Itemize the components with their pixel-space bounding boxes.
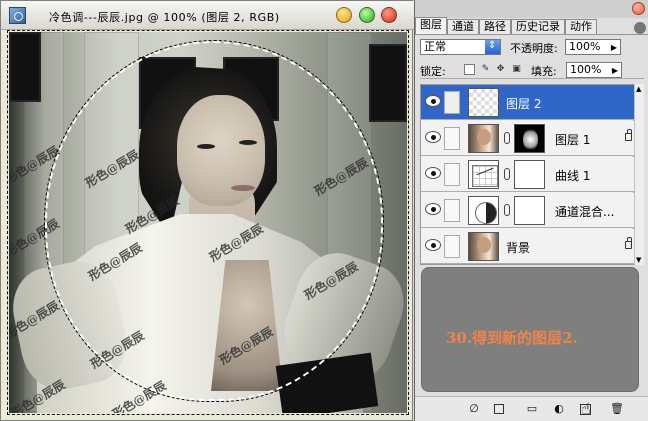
layer-row-channel-mixer[interactable]: 通道混合... [421, 193, 635, 228]
layer-row-background[interactable]: 背景 [421, 229, 635, 264]
photoshop-icon [9, 7, 26, 24]
layers-panel: 图层 通道 路径 历史记录 动作 正常 不透明度: 100% ▶ 锁定: ✎ ✥… [414, 0, 648, 421]
lock-transparency-icon[interactable] [464, 64, 475, 75]
layer-lock-icon [625, 237, 632, 249]
layer-style-icon[interactable]: ∅ [467, 402, 481, 416]
layer-link-slot[interactable] [444, 235, 460, 258]
lock-all-icon[interactable]: ▣ [511, 64, 522, 75]
adjustment-layer-icon[interactable]: ◐ [552, 402, 566, 416]
photoshop-screenshot: 冷色调---辰辰.jpg @ 100% (图层 2, RGB) 形色@辰辰 形色… [0, 0, 648, 421]
opacity-input[interactable]: 100% ▶ [565, 39, 621, 55]
layer-name: 背景 [506, 241, 531, 255]
layer-link-slot[interactable] [444, 163, 460, 186]
minimize-button[interactable] [336, 7, 352, 23]
scroll-down-icon[interactable]: ▼ [636, 256, 644, 264]
tab-paths[interactable]: 路径 [479, 19, 511, 34]
mask-link-icon[interactable] [504, 204, 510, 216]
blend-mode-value: 正常 [424, 40, 446, 53]
visibility-eye-icon[interactable] [425, 95, 441, 107]
lock-row: 锁定: ✎ ✥ ▣ 填充: 100% ▶ [420, 62, 644, 79]
blend-mode-select[interactable]: 正常 [420, 39, 501, 55]
mask-link-icon[interactable] [504, 132, 510, 144]
layer-name: 图层 2 [506, 97, 542, 111]
dropdown-arrow-icon [485, 39, 500, 54]
layer-row-layer-2[interactable]: 图层 2 [421, 85, 635, 120]
brush-lock-icon[interactable]: ✎ [480, 64, 491, 75]
tutorial-message: 30.得到新的图层2. [446, 329, 578, 347]
tab-actions[interactable]: 动作 [565, 19, 597, 34]
lock-label: 锁定: [420, 65, 446, 78]
maximize-button[interactable] [359, 7, 375, 23]
tab-layers[interactable]: 图层 [415, 17, 447, 34]
panel-header [415, 0, 648, 18]
layer-row-curves-1[interactable]: 曲线 1 [421, 157, 635, 192]
document-title-bar[interactable]: 冷色调---辰辰.jpg @ 100% (图层 2, RGB) [1, 1, 414, 30]
fill-label: 填充: [531, 65, 557, 78]
layer-link-slot[interactable] [444, 127, 460, 150]
layer-thumbnail[interactable] [468, 124, 499, 153]
panel-menu-icon[interactable] [634, 22, 646, 34]
panel-close-icon[interactable] [632, 2, 645, 15]
visibility-eye-icon[interactable] [425, 167, 441, 179]
visibility-eye-icon[interactable] [425, 239, 441, 251]
slider-arrow-icon: ▶ [611, 66, 618, 75]
layer-name: 曲线 1 [555, 169, 591, 183]
document-title: 冷色调---辰辰.jpg @ 100% (图层 2, RGB) [49, 11, 280, 24]
visibility-eye-icon[interactable] [425, 131, 441, 143]
panel-tabs: 图层 通道 路径 历史记录 动作 [415, 17, 648, 35]
layer-name: 图层 1 [555, 133, 591, 147]
layer-mask-thumbnail[interactable] [514, 196, 545, 225]
close-button[interactable] [381, 7, 397, 23]
opacity-label: 不透明度: [510, 42, 558, 55]
opacity-value: 100% [569, 40, 601, 53]
layers-list: 图层 2 图层 1 曲线 1 通道混合... 背景 [420, 84, 635, 265]
layer-name: 通道混合... [555, 205, 615, 219]
tab-history[interactable]: 历史记录 [511, 19, 565, 34]
add-mask-icon[interactable] [494, 404, 504, 414]
layers-bottom-toolbar: ∅ ▭ ◐ ☝ 🗑 [415, 396, 648, 421]
new-group-icon[interactable]: ▭ [525, 402, 539, 416]
scroll-up-icon[interactable]: ▲ [636, 85, 644, 93]
layer-link-slot[interactable] [444, 91, 483, 114]
pointer-hand-icon: ☝ [581, 399, 591, 418]
layer-thumbnail[interactable] [468, 88, 499, 117]
trash-icon[interactable]: 🗑 [610, 402, 624, 416]
dark-window-pane [9, 32, 41, 102]
visibility-eye-icon[interactable] [425, 203, 441, 215]
tab-channels[interactable]: 通道 [447, 19, 479, 34]
tutorial-message-box: 30.得到新的图层2. [421, 267, 639, 392]
layer-mask-thumbnail[interactable] [514, 160, 545, 189]
channel-mixer-thumbnail[interactable] [468, 196, 499, 225]
layer-link-slot[interactable] [444, 199, 460, 222]
layers-scrollbar[interactable]: ▲ ▼ [634, 84, 644, 265]
image-canvas[interactable]: 形色@辰辰 形色@辰辰 形色@辰辰 形色@辰辰 形色@辰辰 形色@辰辰 形色@辰… [9, 32, 407, 413]
layer-thumbnail[interactable] [468, 232, 499, 261]
layer-mask-thumbnail[interactable] [514, 124, 545, 153]
move-lock-icon[interactable]: ✥ [495, 64, 506, 75]
layer-row-layer-1[interactable]: 图层 1 [421, 121, 635, 156]
layer-lock-icon [625, 129, 632, 141]
fill-input[interactable]: 100% ▶ [566, 62, 622, 78]
document-window: 冷色调---辰辰.jpg @ 100% (图层 2, RGB) 形色@辰辰 形色… [0, 0, 414, 421]
mask-link-icon[interactable] [504, 168, 510, 180]
fill-value: 100% [570, 63, 602, 76]
elliptical-selection[interactable] [44, 40, 384, 402]
curves-adjustment-thumbnail[interactable] [468, 160, 499, 189]
blend-opacity-row: 正常 不透明度: 100% ▶ [420, 39, 644, 57]
dark-window-pane [369, 44, 407, 122]
slider-arrow-icon: ▶ [610, 43, 617, 52]
